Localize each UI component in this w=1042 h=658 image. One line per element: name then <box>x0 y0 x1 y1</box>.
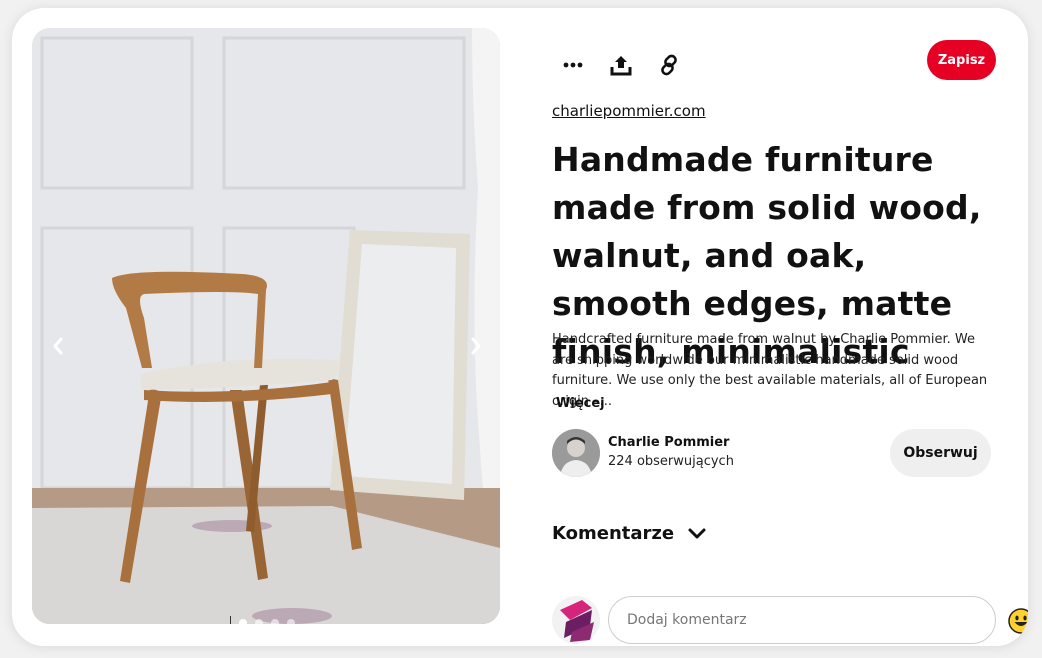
emoji-icon[interactable] <box>1008 608 1028 634</box>
pin-image[interactable] <box>32 28 500 624</box>
avatar[interactable] <box>552 429 600 477</box>
comments-toggle[interactable]: Komentarze <box>552 522 708 544</box>
copy-link-button[interactable] <box>652 48 686 82</box>
author-name[interactable]: Charlie Pommier <box>608 434 734 452</box>
carousel-dot[interactable] <box>271 619 279 624</box>
save-button[interactable]: Zapisz <box>927 40 996 80</box>
link-icon <box>661 54 677 76</box>
more-icon <box>563 62 583 68</box>
carousel-dot[interactable] <box>239 619 247 624</box>
comment-input[interactable] <box>608 596 996 644</box>
share-button[interactable] <box>604 48 638 82</box>
pin-toolbar <box>556 48 686 82</box>
chevron-down-icon <box>688 528 706 539</box>
chevron-right-icon <box>471 337 481 355</box>
avatar[interactable] <box>552 596 600 644</box>
chevron-left-icon <box>53 337 63 355</box>
previous-image-button[interactable] <box>48 334 68 358</box>
carousel-cursor <box>230 616 231 624</box>
comment-field-wrapper <box>600 596 1028 644</box>
carousel-indicator <box>230 616 295 624</box>
author-avatar-image <box>552 429 600 477</box>
comments-label: Komentarze <box>552 522 675 544</box>
follower-count: 224 obserwujących <box>608 454 734 469</box>
user-avatar-image <box>552 596 600 644</box>
pin-description: Handcrafted furniture made from walnut b… <box>552 332 988 409</box>
next-image-button[interactable] <box>466 334 486 358</box>
carousel-dot[interactable] <box>255 619 263 624</box>
pin-card: Zapisz charliepommier.com Handmade furni… <box>12 8 1028 646</box>
comment-composer <box>552 596 1028 644</box>
author-info: Charlie Pommier 224 obserwujących <box>608 434 734 472</box>
author-profile[interactable]: Charlie Pommier 224 obserwujących <box>552 429 734 477</box>
share-icon <box>610 56 632 76</box>
more-button[interactable]: Więcej <box>556 396 605 411</box>
source-link[interactable]: charliepommier.com <box>552 102 706 120</box>
carousel-dot[interactable] <box>287 619 295 624</box>
more-options-button[interactable] <box>556 48 590 82</box>
chair-photo <box>32 28 500 624</box>
follow-button[interactable]: Obserwuj <box>890 429 991 477</box>
